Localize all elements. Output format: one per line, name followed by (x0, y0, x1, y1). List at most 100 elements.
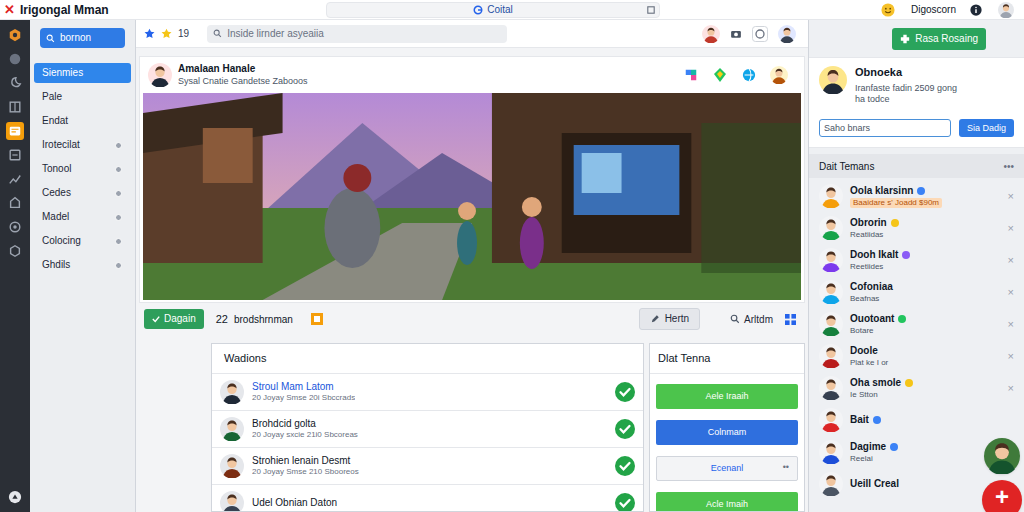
friend-name[interactable]: Obrorin (850, 217, 887, 230)
rail-item[interactable] (6, 122, 24, 140)
user-name[interactable]: Digoscorn (911, 2, 956, 17)
friend-name[interactable]: Dooh Ikalt (850, 249, 898, 262)
add-button[interactable]: + (982, 480, 1022, 512)
rail-item[interactable] (6, 26, 24, 44)
sidebar-item[interactable]: Madel (34, 207, 131, 227)
friend-row[interactable]: Oola klarsinnBaaidare s' Joadd $90m× (809, 180, 1024, 212)
action-button[interactable]: Rasa Rosaing (892, 28, 986, 50)
table-row[interactable]: Brohdcid golta20 Joyay sxcie 21i0 Sbcore… (212, 411, 643, 448)
friend-name[interactable]: Doole (850, 345, 878, 358)
close-button[interactable]: × (1008, 255, 1014, 266)
profile-search-input[interactable] (819, 119, 951, 137)
rail-icon (8, 124, 22, 138)
rail-item[interactable] (6, 242, 24, 260)
edit-button[interactable]: Hertn (639, 308, 700, 330)
friend-row[interactable]: DoolePlat ke I or× (809, 340, 1024, 372)
sidebar-item[interactable]: Sienmies (34, 63, 131, 83)
table-row[interactable]: Udel Obnian Daton (212, 485, 643, 512)
rail-icon (8, 244, 22, 258)
game-frame[interactable] (143, 93, 801, 300)
sidebar-item[interactable]: Tonool (34, 159, 131, 179)
friend-name[interactable]: Oha smole (850, 377, 901, 390)
dlat-button[interactable]: Ecenanl•• (656, 456, 798, 481)
dot-slot (114, 69, 123, 78)
row-name[interactable]: Strohien lenain Desmt (252, 455, 359, 468)
rail-item[interactable] (6, 218, 24, 236)
dlat-button[interactable]: Colnmam (656, 420, 798, 445)
row-text: Udel Obnian Daton (252, 497, 337, 510)
friend-status: Beafnas (850, 294, 893, 304)
pencil-icon (650, 314, 660, 324)
row-name[interactable]: Stroul Mam Latom (252, 381, 355, 394)
sidebar-item[interactable]: Cedes (34, 183, 131, 203)
chat-avatar-icon[interactable] (984, 438, 1020, 474)
close-button[interactable]: × (1008, 223, 1014, 234)
friend-row[interactable]: Bait (809, 404, 1024, 436)
more-button[interactable]: ••• (1003, 159, 1014, 174)
friend-text: CofoniaaBeafnas (850, 281, 893, 304)
close-button[interactable]: × (1008, 287, 1014, 298)
rail-icon (8, 76, 22, 90)
dot-slot (114, 213, 123, 222)
more-dots[interactable]: •• (783, 463, 789, 472)
post-author[interactable]: Amalaan Hanale (178, 63, 308, 76)
friend-row[interactable]: ObrorinReatiidas × (809, 212, 1024, 244)
search-button-label: Sia Dadig (967, 124, 1006, 133)
friend-name-line: Bait (850, 414, 881, 427)
primary-button[interactable]: Dagain (144, 309, 204, 329)
app-window: ✕Irigongal MmanCoitalDigoscorn bornonSie… (0, 0, 1024, 512)
rail-item[interactable] (6, 50, 24, 68)
friend-row[interactable]: Oha smoleIe Stton × (809, 372, 1024, 404)
close-button[interactable]: × (1008, 383, 1014, 394)
top-search[interactable]: Coital (326, 2, 660, 18)
profile-name[interactable]: Obnoeka (855, 66, 957, 80)
dlat-button[interactable]: Acle Imaih (656, 492, 798, 512)
friend-row[interactable]: OuotoantBotare × (809, 308, 1024, 340)
feed-search[interactable] (207, 25, 507, 43)
right-top: Rasa Rosaing (809, 20, 1024, 57)
friend-status: Reatiidas (850, 230, 899, 240)
rail-item[interactable] (6, 74, 24, 92)
rail-item[interactable] (6, 170, 24, 188)
friend-name[interactable]: Cofoniaa (850, 281, 893, 294)
rail-item[interactable] (6, 146, 24, 164)
dlat-button[interactable]: Aele Iraaih (656, 384, 798, 409)
rail-item[interactable] (6, 194, 24, 212)
feed-search-input[interactable] (227, 26, 501, 41)
close-button[interactable]: × (1008, 351, 1014, 362)
post-card: Amalaan HanaleSysal Cnatie Gandetse Zabo… (139, 56, 805, 303)
friend-name[interactable]: Ouotoant (850, 313, 894, 326)
sidebar-item[interactable]: Ghdils (34, 255, 131, 275)
friend-status: Botare (850, 326, 906, 336)
friend-name[interactable]: Oola klarsinn (850, 185, 913, 198)
rail-item[interactable] (6, 488, 24, 506)
row-avatar-icon (220, 454, 244, 478)
sidebar-item[interactable]: Irotecilat (34, 135, 131, 155)
friend-name[interactable]: Dagime (850, 441, 886, 454)
check-icon[interactable] (615, 493, 635, 512)
friend-name-line: Ueill Creal (850, 478, 899, 491)
friend-row[interactable]: CofoniaaBeafnas × (809, 276, 1024, 308)
friend-text: Oha smoleIe Stton (850, 377, 913, 400)
check-icon[interactable] (615, 456, 635, 476)
row-name[interactable]: Udel Obnian Daton (252, 497, 337, 510)
sidebar-item[interactable]: Colocing (34, 231, 131, 251)
logo[interactable]: ✕ (4, 3, 15, 16)
row-name[interactable]: Brohdcid golta (252, 418, 358, 431)
sidebar-button[interactable]: bornon (40, 28, 125, 48)
check-icon[interactable] (615, 419, 635, 439)
check-icon[interactable] (615, 382, 635, 402)
friend-name[interactable]: Bait (850, 414, 869, 427)
close-button[interactable]: × (1008, 191, 1014, 202)
sidebar-item[interactable]: Pale (34, 87, 131, 107)
friend-name[interactable]: Ueill Creal (850, 478, 899, 491)
table-row[interactable]: Strohien lenain Desmt20 Joyay Smse 210 S… (212, 448, 643, 485)
search-button[interactable]: Sia Dadig (959, 119, 1014, 137)
friend-row[interactable]: Dooh IkaltReetiides× (809, 244, 1024, 276)
action-search[interactable]: Arltdm (730, 312, 773, 327)
badge-dot (917, 187, 925, 195)
table-row[interactable]: Stroul Mam Latom20 Joyay Smse 20i Sbccra… (212, 374, 643, 411)
close-button[interactable]: × (1008, 319, 1014, 330)
sidebar-item[interactable]: Endat (34, 111, 131, 131)
rail-item[interactable] (6, 98, 24, 116)
